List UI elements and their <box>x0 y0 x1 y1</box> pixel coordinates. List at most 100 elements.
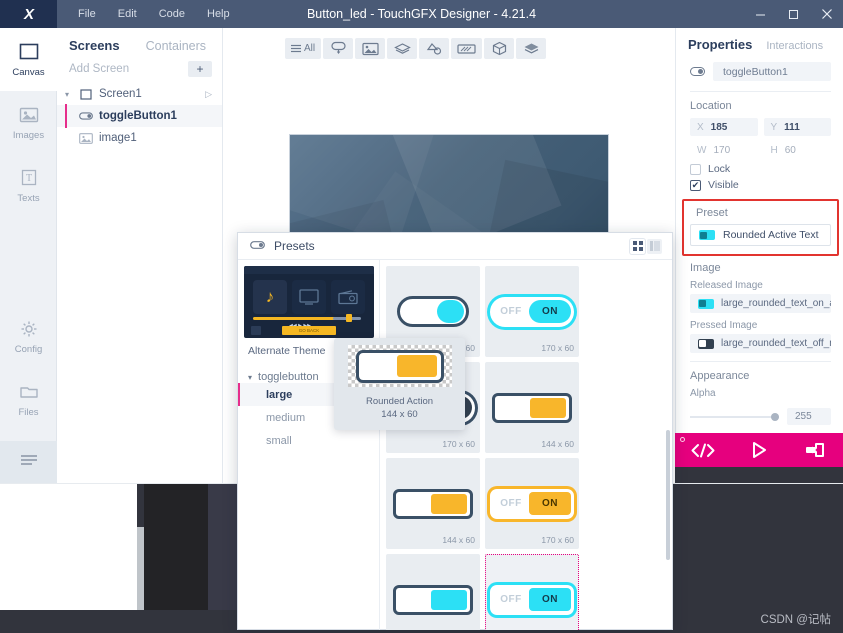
toolbar-filter-images[interactable] <box>355 38 386 59</box>
toolbar-filter-buttons[interactable] <box>323 38 354 59</box>
pressed-image-field[interactable]: large_rounded_text_off_norm... <box>690 334 831 353</box>
h-field: H 60 <box>764 141 832 159</box>
alpha-value-input[interactable]: 255 <box>787 408 831 425</box>
presets-dialog: Presets ♪ GO BACK Alternate Theme ▾ togg… <box>237 232 673 630</box>
lock-checkbox[interactable] <box>690 163 701 175</box>
preset-on-label: ON <box>529 588 571 611</box>
toolbar-filter-shapes[interactable] <box>419 38 450 59</box>
togglebutton-icon <box>250 237 265 255</box>
preset-preview-image <box>347 345 452 387</box>
theme-preview-thumbnail[interactable]: ♪ ◀◀ ▶ ▶▶ GO BACK <box>244 266 374 338</box>
y-value: 111 <box>784 121 800 133</box>
preset-cell[interactable]: 144 x 60 <box>386 554 480 630</box>
presets-sidebar: ♪ ◀◀ ▶ ▶▶ GO BACK Alternate Theme <box>238 260 380 630</box>
rail-item-texts[interactable]: T Texts <box>0 154 57 217</box>
y-field[interactable]: Y 111 <box>763 118 831 136</box>
tree-label-screen1: Screen1 <box>99 88 142 100</box>
lock-checkbox-row[interactable]: Lock <box>676 159 843 175</box>
toolbar-filter-all[interactable]: All <box>285 38 322 59</box>
visible-checkbox-row[interactable]: Visible <box>676 175 843 191</box>
preset-preview-name: Rounded Action <box>365 396 434 407</box>
visible-checkbox[interactable] <box>690 179 701 191</box>
preset-dimension: 170 x 60 <box>541 535 574 545</box>
tree-item-togglebutton1[interactable]: toggleButton1 <box>57 104 222 128</box>
tab-properties[interactable]: Properties <box>688 37 752 52</box>
generate-code-button[interactable] <box>675 442 731 459</box>
h-value: 60 <box>784 144 796 156</box>
view-toggle-group <box>630 238 662 254</box>
hamburger-icon <box>19 453 39 472</box>
rail-label-texts: Texts <box>17 193 40 204</box>
released-image-value: large_rounded_text_on_active... <box>721 298 831 309</box>
pressed-image-label: Pressed Image <box>690 320 758 331</box>
rail-label-config: Config <box>14 344 43 355</box>
preset-preview-size: 144 x 60 <box>381 408 418 420</box>
rail-item-files[interactable]: Files <box>0 368 57 431</box>
preset-cell[interactable]: 144 x 60 <box>386 458 480 549</box>
preset-cell-selected[interactable]: OFF ON 170 x 60 <box>485 554 579 630</box>
alpha-label: Alpha <box>690 388 716 399</box>
tab-interactions[interactable]: Interactions <box>766 40 823 52</box>
toolbar-filter-all-label: All <box>304 43 316 54</box>
tree-item-image1[interactable]: image1 <box>57 127 222 149</box>
preset-preview-tooltip: Rounded Action 144 x 60 <box>334 338 465 430</box>
tree-item-screen1[interactable]: ▾ Screen1 ▷ <box>57 83 222 105</box>
tab-screens[interactable]: Screens <box>69 38 120 53</box>
tab-containers[interactable]: Containers <box>146 39 206 53</box>
tree-label-togglebutton1: toggleButton1 <box>99 110 177 122</box>
rail-item-images[interactable]: Images <box>0 91 57 154</box>
menu-file[interactable]: File <box>67 4 107 24</box>
preset-on-label: ON <box>529 492 571 515</box>
run-simulator-button[interactable] <box>731 441 787 459</box>
preset-off-label: OFF <box>500 306 522 317</box>
rail-item-menu[interactable] <box>0 441 57 483</box>
chevron-down-icon[interactable]: ▾ <box>248 373 252 382</box>
image-header: Image <box>690 262 721 274</box>
maximize-icon[interactable] <box>777 0 810 28</box>
x-value: 185 <box>710 121 728 133</box>
preset-off-label: OFF <box>500 498 522 509</box>
grid-view-toggle[interactable] <box>630 238 645 254</box>
properties-panel: Properties Interactions toggleButton1 Lo… <box>675 28 843 433</box>
run-target-button[interactable] <box>787 441 843 459</box>
presets-scrollbar[interactable] <box>666 430 670 560</box>
preset-cell[interactable]: 144 x 60 <box>485 362 579 453</box>
menu-edit[interactable]: Edit <box>107 4 148 24</box>
chevron-down-icon[interactable]: ▾ <box>65 90 73 99</box>
list-view-toggle[interactable] <box>647 238 662 254</box>
preset-dimension: 170 x 60 <box>541 343 574 353</box>
preset-preview-caption: Rounded Action 144 x 60 <box>366 396 433 422</box>
add-screen-button[interactable]: + <box>188 61 212 77</box>
screens-tabs: Screens Containers <box>57 28 222 59</box>
toolbar-filter-textarea[interactable] <box>451 38 483 59</box>
preset-select[interactable]: Rounded Active Text <box>690 224 831 246</box>
tv-icon <box>299 289 319 305</box>
preset-cell[interactable]: OFF ON 170 x 60 <box>485 266 579 357</box>
x-field[interactable]: X 185 <box>690 118 758 136</box>
canvas-icon <box>17 41 41 63</box>
toolbar-filter-containers[interactable] <box>387 38 418 59</box>
rail-item-canvas[interactable]: Canvas <box>0 28 57 91</box>
tree-label-image1: image1 <box>99 132 137 144</box>
widget-name-input[interactable]: toggleButton1 <box>713 62 831 81</box>
lock-label: Lock <box>708 163 731 175</box>
preset-dimension: 144 x 60 <box>442 535 475 545</box>
togglebutton-icon <box>79 110 93 122</box>
preset-thumb-icon <box>699 230 715 240</box>
menu-help[interactable]: Help <box>196 4 241 24</box>
category-small[interactable]: small <box>244 429 373 452</box>
toolbar-filter-misc[interactable] <box>516 38 547 59</box>
menu-code[interactable]: Code <box>148 4 196 24</box>
pressed-image-thumb-icon <box>698 338 714 349</box>
close-icon[interactable] <box>810 0 843 28</box>
rail-item-config[interactable]: Config <box>0 305 57 368</box>
preset-cell[interactable]: OFF ON 170 x 60 <box>485 458 579 549</box>
alpha-slider-knob[interactable] <box>771 412 779 421</box>
released-image-field[interactable]: large_rounded_text_on_active... <box>690 294 831 313</box>
alpha-row: 255 <box>676 402 843 425</box>
rail-label-images: Images <box>12 130 45 141</box>
minimize-icon[interactable] <box>744 0 777 28</box>
toolbar-filter-3d[interactable] <box>484 38 515 59</box>
alpha-slider[interactable] <box>690 412 779 421</box>
run-screen-icon[interactable]: ▷ <box>205 89 212 100</box>
